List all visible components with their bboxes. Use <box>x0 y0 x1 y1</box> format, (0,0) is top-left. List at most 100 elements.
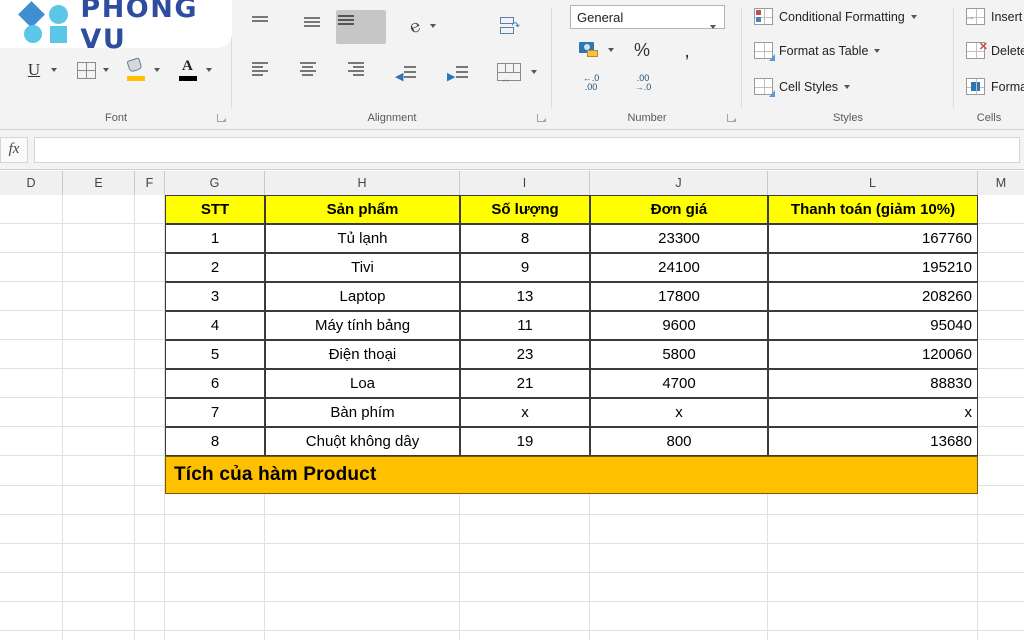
table-row[interactable]: Tủ lạnh <box>265 224 460 253</box>
table-row[interactable]: 800 <box>590 427 768 456</box>
table-row[interactable]: Laptop <box>265 282 460 311</box>
wrap-text-button[interactable]: ↷ <box>496 12 524 40</box>
column-header-L[interactable]: L <box>768 171 978 195</box>
column-header-G[interactable]: G <box>165 171 265 195</box>
table-row[interactable]: 4700 <box>590 369 768 398</box>
table-row[interactable]: 8 <box>460 224 590 253</box>
table-row[interactable]: 21 <box>460 369 590 398</box>
table-row[interactable]: 11 <box>460 311 590 340</box>
table-row[interactable]: 6 <box>165 369 265 398</box>
insert-cells-button[interactable]: → Insert <box>965 8 1022 25</box>
table-row[interactable]: 8 <box>165 427 265 456</box>
table-row[interactable]: 2 <box>165 253 265 282</box>
fill-color-dropdown[interactable] <box>151 64 163 76</box>
table-row[interactable]: Tivi <box>265 253 460 282</box>
format-cells-button[interactable]: Format <box>966 78 1024 95</box>
table-row[interactable]: 9600 <box>590 311 768 340</box>
table-row[interactable]: Điện thoại <box>265 340 460 369</box>
orientation-button[interactable]: ℮ <box>402 14 428 40</box>
delete-cells-button[interactable]: ✕ Delete <box>966 41 1024 59</box>
borders-button[interactable] <box>74 58 98 82</box>
column-header-E[interactable]: E <box>63 171 135 195</box>
table-row[interactable]: 24100 <box>590 253 768 282</box>
table-row[interactable]: Chuột không dây <box>265 427 460 456</box>
accounting-format-button[interactable] <box>576 38 602 62</box>
underline-dropdown[interactable] <box>48 64 60 76</box>
table-row[interactable]: Bàn phím <box>265 398 460 427</box>
table-row[interactable]: 23 <box>460 340 590 369</box>
cell-styles-icon <box>754 78 775 97</box>
table-row[interactable]: 5 <box>165 340 265 369</box>
table-row[interactable]: 13 <box>460 282 590 311</box>
table-row[interactable]: 3 <box>165 282 265 311</box>
align-middle-button[interactable] <box>302 14 330 40</box>
underline-button[interactable]: U <box>22 58 46 82</box>
table-header-total: Thanh toán (giảm 10%) <box>768 195 978 224</box>
cell-styles-button[interactable]: Cell Styles <box>754 78 851 97</box>
table-row[interactable]: 120060 <box>768 340 978 369</box>
alignment-dialog-launcher[interactable] <box>537 114 546 123</box>
percent-style-button[interactable]: % <box>630 38 654 62</box>
table-row[interactable]: 19 <box>460 427 590 456</box>
table-row[interactable]: 88830 <box>768 369 978 398</box>
align-center-button[interactable] <box>298 60 326 86</box>
format-as-table-button[interactable]: Format as Table <box>754 42 881 61</box>
table-row[interactable]: 7 <box>165 398 265 427</box>
table-row[interactable]: 1 <box>165 224 265 253</box>
merge-dropdown[interactable] <box>528 66 540 78</box>
align-right-button[interactable] <box>346 60 374 86</box>
table-row[interactable]: Máy tính bảng <box>265 311 460 340</box>
decrease-decimal-button[interactable]: ←.0.00 <box>576 70 606 96</box>
conditional-formatting-button[interactable]: Conditional Formatting <box>754 8 917 25</box>
table-row[interactable]: 9 <box>460 253 590 282</box>
increase-decimal-button[interactable]: .00 →.0 <box>628 70 658 96</box>
table-row[interactable]: 195210 <box>768 253 978 282</box>
insert-function-icon[interactable]: fx <box>0 136 28 163</box>
phong-vu-logo: PHONG VU <box>0 0 232 55</box>
accounting-dropdown[interactable] <box>605 44 617 56</box>
font-color-button[interactable]: A <box>176 57 200 83</box>
table-row[interactable]: x <box>460 398 590 427</box>
formula-input[interactable] <box>34 136 1020 163</box>
align-left-button[interactable] <box>250 60 278 86</box>
column-header-J[interactable]: J <box>590 171 768 195</box>
product-function-banner[interactable]: Tích của hàm Product <box>165 456 978 494</box>
column-header-D[interactable]: D <box>0 171 63 195</box>
font-dialog-launcher[interactable] <box>217 114 226 123</box>
table-row[interactable]: 17800 <box>590 282 768 311</box>
chevron-down-icon <box>844 84 851 89</box>
increase-indent-button[interactable]: ▶ <box>444 60 472 86</box>
column-header-F[interactable]: F <box>135 171 165 195</box>
formula-bar: fx <box>0 130 1024 170</box>
table-row[interactable]: 13680 <box>768 427 978 456</box>
number-dialog-launcher[interactable] <box>727 114 736 123</box>
fill-color-icon <box>126 57 146 81</box>
fill-color-button[interactable] <box>124 57 148 83</box>
logo-text: PHONG VU <box>80 0 199 55</box>
table-row[interactable]: Loa <box>265 369 460 398</box>
orientation-dropdown[interactable] <box>427 20 439 32</box>
table-row[interactable]: 167760 <box>768 224 978 253</box>
align-top-icon <box>252 16 274 35</box>
column-header-H[interactable]: H <box>265 171 460 195</box>
table-row[interactable]: 23300 <box>590 224 768 253</box>
gridline-horizontal <box>0 543 1024 544</box>
borders-dropdown[interactable] <box>100 64 112 76</box>
table-row[interactable]: x <box>768 398 978 427</box>
table-row[interactable]: 5800 <box>590 340 768 369</box>
column-header-I[interactable]: I <box>460 171 590 195</box>
align-bottom-button[interactable] <box>336 10 386 44</box>
table-row[interactable]: 208260 <box>768 282 978 311</box>
chevron-down-icon <box>430 24 436 28</box>
spreadsheet-grid[interactable]: STT Sản phẩm Số lượng Đơn giá Thanh toán… <box>0 195 1024 640</box>
merge-and-center-button[interactable]: ↔ <box>494 58 524 86</box>
column-header-M[interactable]: M <box>978 171 1024 195</box>
table-row[interactable]: 4 <box>165 311 265 340</box>
align-top-button[interactable] <box>250 14 278 40</box>
comma-style-button[interactable]: , <box>676 40 698 62</box>
font-color-dropdown[interactable] <box>203 64 215 76</box>
table-row[interactable]: 95040 <box>768 311 978 340</box>
number-format-select[interactable]: General <box>570 5 725 29</box>
table-row[interactable]: x <box>590 398 768 427</box>
decrease-indent-button[interactable]: ◀ <box>392 60 420 86</box>
